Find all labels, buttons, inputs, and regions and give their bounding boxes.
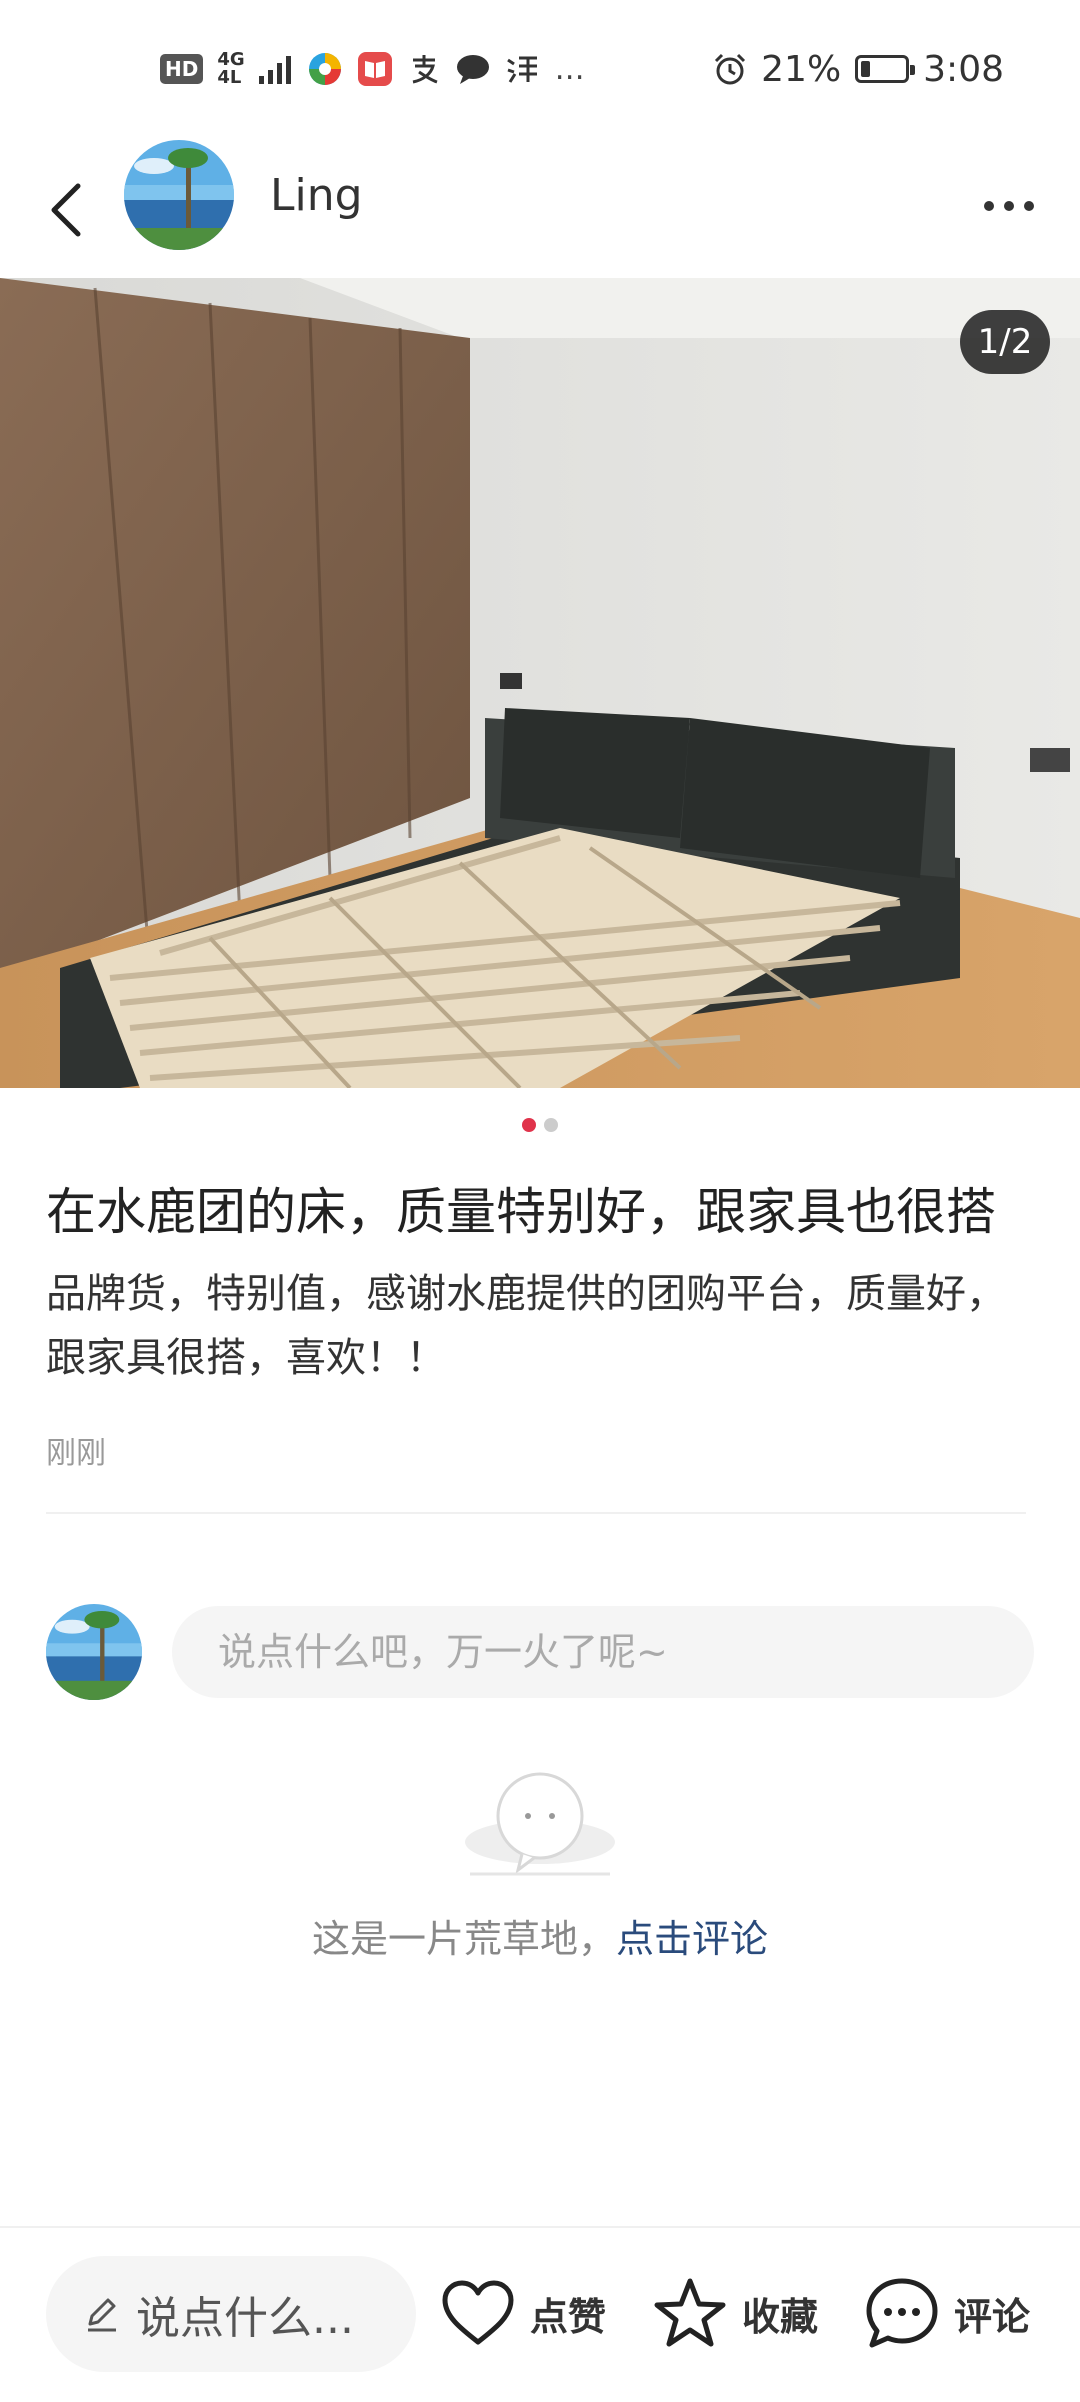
pencil-icon [88, 2298, 116, 2332]
more-dot [1004, 201, 1014, 211]
alarm-icon [715, 53, 746, 85]
more-dot [984, 201, 994, 211]
status-icons-left: HD 4G 4L … [160, 44, 585, 94]
post-timestamp: 刚刚 [46, 1436, 106, 1471]
back-button[interactable] [36, 170, 96, 250]
app-icon-color-wheel [308, 53, 341, 85]
more-options-button[interactable] [974, 176, 1044, 236]
battery-level [861, 61, 871, 77]
comment-label: 评论 [954, 2294, 1031, 2339]
post-photo[interactable]: 1/2 [0, 278, 1080, 1088]
bottom-action-bar: 说点什么... 点赞 收藏 评论 [0, 2226, 1080, 2402]
app-icon-book [357, 52, 392, 86]
collect-label: 收藏 [742, 2294, 819, 2339]
battery-icon [855, 55, 916, 83]
taobao-icon [506, 56, 537, 83]
more-dot [1024, 201, 1034, 211]
post-title: 在水鹿团的床，质量特别好，跟家具也很搭 [46, 1183, 996, 1241]
comment-input[interactable] [172, 1606, 1034, 1698]
status-icons-right: 21% 3:08 [713, 44, 1004, 94]
battery-percent: 21% [761, 48, 842, 90]
status-bar: HD 4G 4L … 21% 3:08 [0, 0, 1080, 140]
alipay-icon [412, 55, 438, 84]
current-user-avatar [46, 1604, 142, 1700]
star-icon [654, 2278, 726, 2347]
bed-photo [0, 278, 1080, 1088]
clock: 3:08 [923, 48, 1004, 90]
click-to-comment-link[interactable]: 点击评论 [616, 1917, 768, 1961]
image-page-counter: 1/2 [960, 310, 1050, 374]
chat-bubble-icon [456, 55, 489, 84]
chevron-left-icon [51, 183, 81, 237]
avatar-image [124, 140, 234, 250]
comment-button[interactable]: 评论 [864, 2258, 1030, 2368]
like-label: 点赞 [530, 2294, 607, 2339]
post-header: Ling [0, 140, 1080, 278]
empty-comments-text: 这是一片荒草地，点击评论 [0, 1908, 1080, 1963]
signal-icon [258, 56, 291, 84]
carousel-dot-active [522, 1118, 536, 1132]
hd-badge: HD [160, 54, 204, 84]
bottom-comment-input[interactable]: 说点什么... [46, 2256, 416, 2372]
author-name[interactable]: Ling [270, 170, 363, 221]
more-notifications-icon: … [554, 51, 585, 87]
comment-bubble-icon [866, 2278, 938, 2348]
avatar-image [46, 1604, 142, 1700]
carousel-indicator [0, 1118, 1080, 1132]
carousel-dot [544, 1118, 558, 1132]
author-avatar[interactable] [124, 140, 234, 250]
bottom-input-label: 说点什么... [136, 2293, 354, 2344]
empty-comments-icon [465, 1772, 615, 1876]
network-type-indicator: 4G 4L [217, 49, 245, 88]
divider [46, 1512, 1026, 1514]
like-button[interactable]: 点赞 [440, 2258, 606, 2368]
collect-button[interactable]: 收藏 [652, 2258, 818, 2368]
post-body: 品牌货，特别值，感谢水鹿提供的团购平台，质量好，跟家具很搭，喜欢！！ [46, 1271, 1006, 1381]
empty-state-message: 这是一片荒草地， [311, 1917, 616, 1961]
heart-icon [442, 2280, 514, 2345]
